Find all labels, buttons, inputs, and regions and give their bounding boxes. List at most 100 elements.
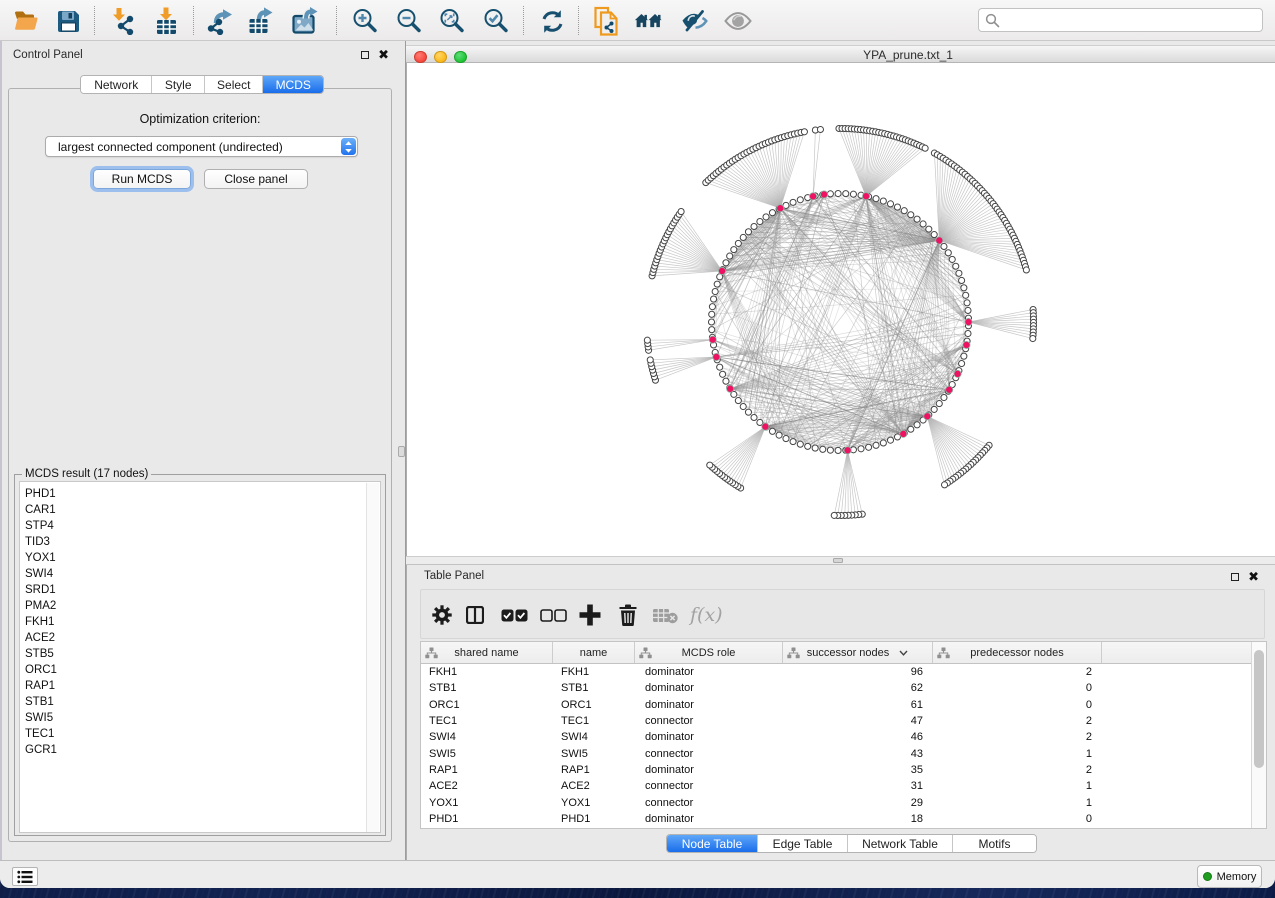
mcds-result-item[interactable]: PHD1 [20, 486, 380, 502]
table-tab-edge-table[interactable]: Edge Table [758, 835, 848, 852]
table-cell: ACE2 [421, 780, 553, 792]
table-row[interactable]: TEC1TEC1connector472 [421, 713, 1252, 729]
table-cell: 0 [933, 813, 1102, 825]
mcds-result-item[interactable]: PMA2 [20, 598, 380, 614]
network-window-titlebar[interactable]: YPA_prune.txt_1 [406, 45, 1275, 63]
mcds-result-item[interactable]: SRD1 [20, 582, 380, 598]
column-header-predecessor-nodes[interactable]: predecessor nodes [933, 642, 1102, 663]
show-eye-icon[interactable] [724, 7, 752, 35]
mcds-result-item[interactable]: YOX1 [20, 550, 380, 566]
select-value: largest connected component (undirected) [58, 140, 283, 154]
column-header-shared-name[interactable]: shared name [421, 642, 553, 663]
list-icon [17, 870, 33, 884]
optimization-criterion-select[interactable]: largest connected component (undirected) [45, 136, 358, 157]
mcds-result-item[interactable]: STB1 [20, 694, 380, 710]
table-row[interactable]: STB1STB1dominator620 [421, 680, 1252, 696]
close-panel-button[interactable]: Close panel [204, 169, 308, 189]
table-row[interactable]: SWI5SWI5connector431 [421, 745, 1252, 761]
table-cell: PHD1 [421, 813, 553, 825]
mcds-result-item[interactable]: GCR1 [20, 742, 380, 758]
mcds-result-item[interactable]: SWI5 [20, 710, 380, 726]
task-history-button[interactable] [12, 867, 38, 886]
horizontal-splitter-grip[interactable] [833, 558, 843, 563]
network-view-canvas[interactable] [406, 63, 1275, 556]
table-scrollbar-thumb[interactable] [1254, 650, 1264, 768]
clone-network-icon[interactable] [593, 7, 621, 35]
zoom-out-icon[interactable] [395, 7, 423, 35]
search-input[interactable] [978, 8, 1263, 32]
export-image-icon[interactable] [291, 7, 319, 35]
delete-column-icon[interactable] [618, 602, 638, 628]
mcds-result-item[interactable]: CAR1 [20, 502, 380, 518]
tab-network[interactable]: Network [81, 76, 152, 93]
table-cell: 18 [783, 813, 933, 825]
toolbar-separator [523, 6, 524, 35]
zoom-fit-icon[interactable] [438, 7, 466, 35]
close-panel-icon[interactable]: ✖ [378, 50, 389, 60]
tab-mcds[interactable]: MCDS [263, 76, 323, 93]
table-cell: ACE2 [553, 780, 635, 792]
tab-style[interactable]: Style [152, 76, 205, 93]
select-all-icon[interactable] [501, 602, 528, 628]
mcds-result-item[interactable]: TID3 [20, 534, 380, 550]
table-row[interactable]: SWI4SWI4dominator462 [421, 729, 1252, 745]
column-header-MCDS-role[interactable]: MCDS role [635, 642, 783, 663]
home-icon[interactable] [634, 7, 662, 35]
clear-table-icon[interactable] [652, 602, 678, 628]
mcds-result-item[interactable]: STB5 [20, 646, 380, 662]
table-row[interactable]: ORC1ORC1dominator610 [421, 697, 1252, 713]
mcds-result-item[interactable]: ACE2 [20, 630, 380, 646]
import-network-icon[interactable] [109, 7, 137, 35]
column-header-successor-nodes[interactable]: successor nodes [783, 642, 933, 663]
close-panel-icon[interactable]: ✖ [1248, 572, 1259, 582]
hide-eye-icon[interactable] [680, 7, 708, 35]
main-toolbar [0, 0, 1275, 41]
mcds-result-item[interactable]: TEC1 [20, 726, 380, 742]
mcds-result-item[interactable]: RAP1 [20, 678, 380, 694]
mcds-list-scrollbar[interactable] [366, 483, 379, 833]
table-tab-network-table[interactable]: Network Table [848, 835, 953, 852]
deselect-all-icon[interactable] [540, 602, 567, 628]
zoom-in-icon[interactable] [351, 7, 379, 35]
refresh-layout-icon[interactable] [538, 7, 566, 35]
window-minimize-icon[interactable] [434, 51, 447, 64]
column-header-name[interactable]: name [553, 642, 635, 663]
run-mcds-button[interactable]: Run MCDS [93, 169, 191, 189]
gear-icon[interactable] [432, 602, 452, 628]
table-row[interactable]: FKH1FKH1dominator962 [421, 664, 1252, 680]
table-cell: dominator [635, 731, 783, 743]
zoom-selected-icon[interactable] [482, 7, 510, 35]
mcds-result-item[interactable]: STP4 [20, 518, 380, 534]
window-close-icon[interactable] [414, 51, 427, 64]
import-table-icon[interactable] [152, 7, 180, 35]
mcds-result-item[interactable]: ORC1 [20, 662, 380, 678]
table-scrollbar[interactable] [1251, 642, 1266, 828]
table-row[interactable]: ACE2ACE2connector311 [421, 778, 1252, 794]
float-panel-icon[interactable] [361, 51, 369, 59]
table-cell: SWI5 [553, 748, 635, 760]
mcds-result-list[interactable]: PHD1CAR1STP4TID3YOX1SWI4SRD1PMA2FKH1ACE2… [19, 481, 381, 833]
function-builder-icon[interactable]: f(x) [690, 602, 723, 628]
mcds-result-item[interactable]: SWI4 [20, 566, 380, 582]
panel-divider-grip[interactable] [398, 446, 405, 457]
mcds-result-item[interactable]: FKH1 [20, 614, 380, 630]
table-tab-node-table[interactable]: Node Table [667, 835, 758, 852]
table-tab-motifs[interactable]: Motifs [953, 835, 1036, 852]
split-columns-icon[interactable] [466, 602, 484, 628]
table-cell: 96 [783, 666, 933, 678]
export-network-icon[interactable] [207, 7, 235, 35]
save-session-icon[interactable] [54, 7, 82, 35]
column-header-empty [1102, 642, 1266, 663]
open-session-icon[interactable] [12, 7, 40, 35]
memory-button[interactable]: Memory [1197, 865, 1262, 888]
add-column-icon[interactable] [579, 602, 601, 628]
tab-select[interactable]: Select [205, 76, 264, 93]
table-row[interactable]: RAP1RAP1dominator352 [421, 762, 1252, 778]
table-row[interactable]: PHD1PHD1dominator180 [421, 811, 1252, 827]
export-table-icon[interactable] [247, 7, 275, 35]
float-panel-icon[interactable] [1231, 573, 1239, 581]
table-cell: connector [635, 780, 783, 792]
window-zoom-icon[interactable] [454, 51, 467, 64]
table-row[interactable]: YOX1YOX1connector291 [421, 794, 1252, 810]
table-cell: dominator [635, 666, 783, 678]
